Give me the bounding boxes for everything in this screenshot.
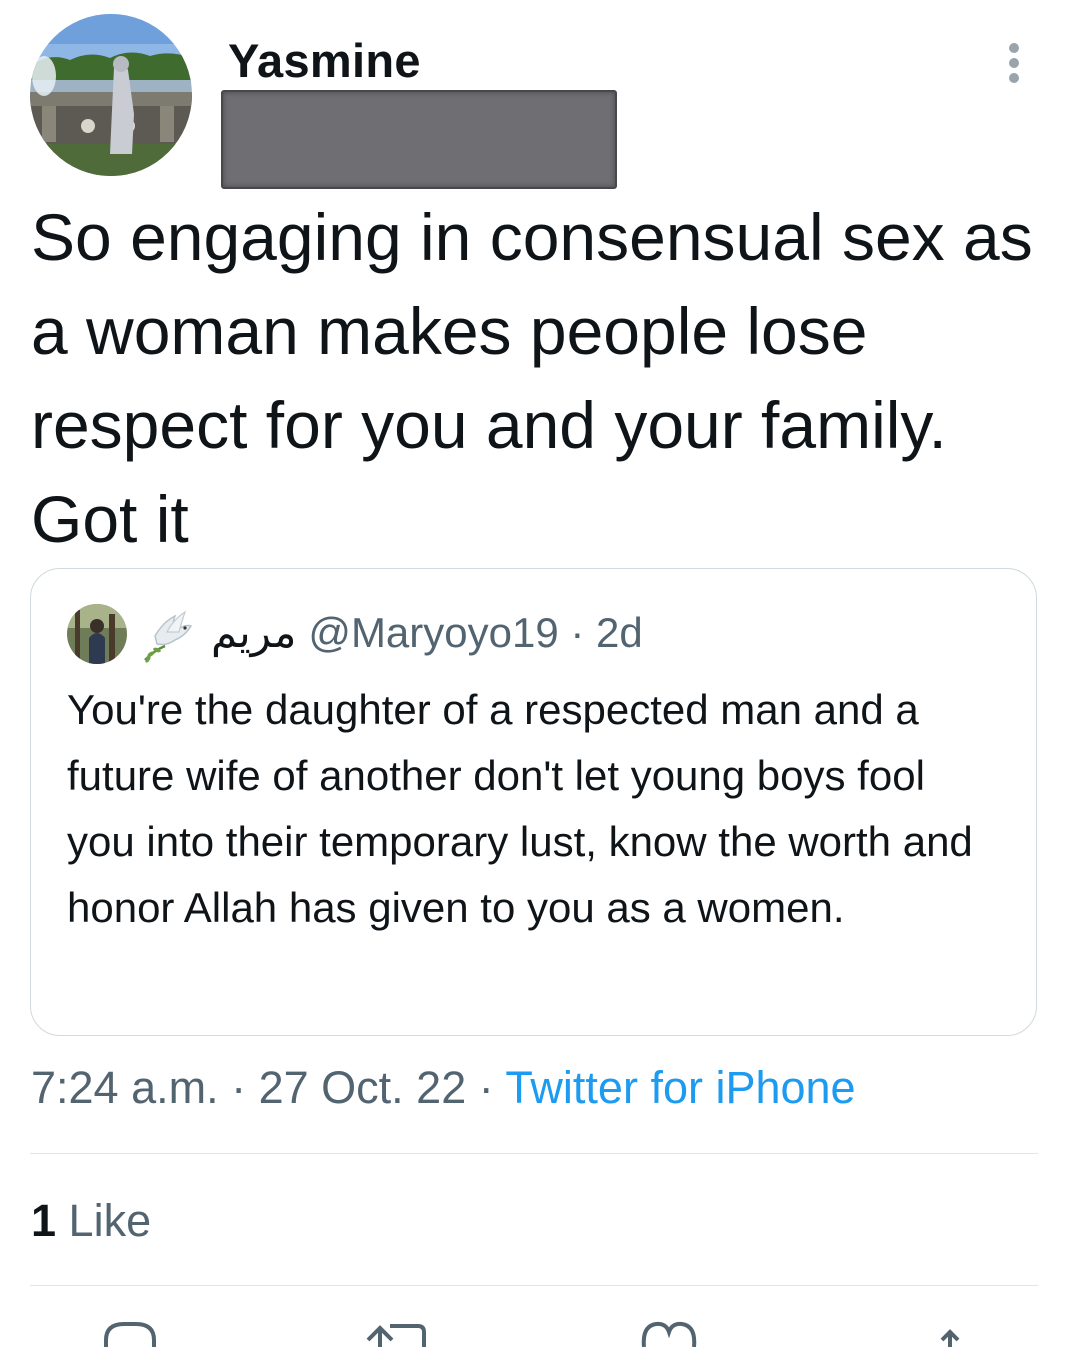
quoted-separator: · (558, 609, 597, 656)
likes-stat[interactable]: 1 Like (31, 1193, 151, 1249)
quoted-tweet-card[interactable]: مريم @Maryoyo19 · 2d You're the daughter … (30, 568, 1037, 1036)
tweet-source-link[interactable]: Twitter for iPhone (505, 1062, 855, 1113)
author-avatar[interactable] (30, 14, 192, 176)
dove-icon (141, 606, 197, 664)
meta-separator: · (466, 1062, 506, 1113)
quoted-tweet-header: مريم @Maryoyo19 · 2d (211, 605, 643, 661)
tweet-time[interactable]: 7:24 a.m. (31, 1062, 219, 1113)
divider (30, 1285, 1038, 1286)
likes-label: Like (68, 1195, 152, 1246)
quoted-tweet-text: You're the daughter of a respected man a… (67, 686, 973, 931)
reply-icon[interactable] (100, 1318, 160, 1347)
tweet-text: So engaging in consensual sex as a woman… (31, 200, 1033, 556)
meta-separator: · (218, 1062, 259, 1113)
retweet-icon[interactable] (362, 1318, 432, 1347)
author-name[interactable]: Yasmine (228, 33, 421, 88)
divider (30, 1153, 1038, 1154)
redacted-handle (221, 90, 617, 189)
tweet-meta: 7:24 a.m. · 27 Oct. 22 · Twitter for iPh… (31, 1058, 856, 1118)
share-icon[interactable] (930, 1318, 970, 1347)
quoted-display-name[interactable]: مريم (211, 609, 296, 656)
more-vertical-icon[interactable] (1004, 42, 1024, 84)
quoted-author-avatar[interactable] (67, 604, 127, 664)
tweet-date[interactable]: 27 Oct. 22 (259, 1062, 467, 1113)
heart-icon[interactable] (638, 1318, 700, 1348)
quoted-age[interactable]: 2d (596, 609, 643, 656)
quoted-handle[interactable]: @Maryoyo19 (308, 609, 558, 656)
likes-count: 1 (31, 1195, 57, 1246)
